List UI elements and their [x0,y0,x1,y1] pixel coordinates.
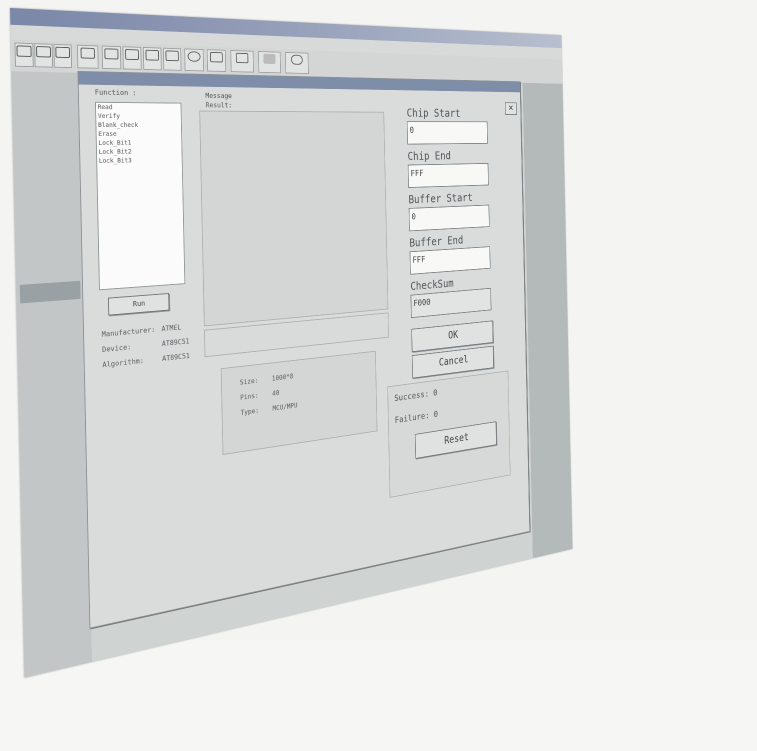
message-panel [199,110,389,327]
close-icon[interactable]: ✕ [504,102,517,115]
blank-icon [263,53,276,65]
verify-icon [165,50,179,62]
edit-button[interactable] [53,43,73,69]
split-icon [209,51,223,63]
list-item[interactable]: Read [96,103,181,112]
checksum-field: F000 [410,287,492,319]
device-icon [80,47,95,59]
run-button[interactable]: Run [107,293,170,316]
buffer-start-field[interactable]: 0 [408,204,490,232]
chip-end-label: Chip End [407,150,451,164]
run-icon [104,48,119,60]
chip-icon [290,54,303,65]
pins-value: 40 [272,389,280,398]
light-icon [187,51,201,62]
blank-button[interactable] [258,51,281,74]
manufacturer-value: ATMEL [161,323,182,333]
list-item[interactable]: Lock_Bit3 [97,155,182,165]
result-label: Result: [205,101,233,110]
read-icon [145,49,160,61]
algorithm-value: AT89C51 [162,351,190,363]
save-icon [36,46,52,58]
application-window: ✕ Function : Read Verify Blank_check Era… [10,8,573,678]
device-value: AT89C51 [161,337,190,348]
message-label: Message [205,91,232,100]
buffer-end-field[interactable]: FFF [409,246,491,275]
frame-icon [235,52,249,64]
list-item[interactable]: Blank_check [96,121,181,130]
chip-end-field[interactable]: FFF [407,163,489,188]
chip-start-field[interactable]: 0 [406,121,488,145]
window-title [10,15,18,26]
list-item[interactable]: Verify [96,112,181,121]
function-list[interactable]: Read Verify Blank_check Erase Lock_Bit1 … [94,101,186,291]
prog-button[interactable] [122,46,142,70]
chip-start-label: Chip Start [406,107,461,120]
open-icon [16,45,32,57]
device-button[interactable] [76,44,99,69]
run-button[interactable] [101,45,122,70]
function-dialog: ✕ Function : Read Verify Blank_check Era… [77,70,530,629]
read-button[interactable] [142,47,162,71]
device-label: Device: [101,342,132,354]
left-panel-header [19,280,81,304]
right-panel [522,82,573,559]
verify-button[interactable] [162,47,182,71]
function-label: Function : [94,88,137,97]
algorithm-label: Algorithm: [102,356,144,370]
buffer-start-label: Buffer Start [408,191,473,207]
device-info-panel [220,350,378,455]
save-button[interactable] [34,43,54,68]
frame-button[interactable] [230,50,254,73]
split-button[interactable] [206,49,227,72]
prog-icon [125,49,139,61]
edit-icon [55,46,71,59]
light-button[interactable] [184,48,205,72]
manufacturer-label: Manufacturer: [101,325,156,339]
chip-button[interactable] [284,51,309,74]
perspective-scene: ✕ Function : Read Verify Blank_check Era… [10,8,573,706]
open-button[interactable] [14,42,34,68]
dialog-title [79,79,85,87]
